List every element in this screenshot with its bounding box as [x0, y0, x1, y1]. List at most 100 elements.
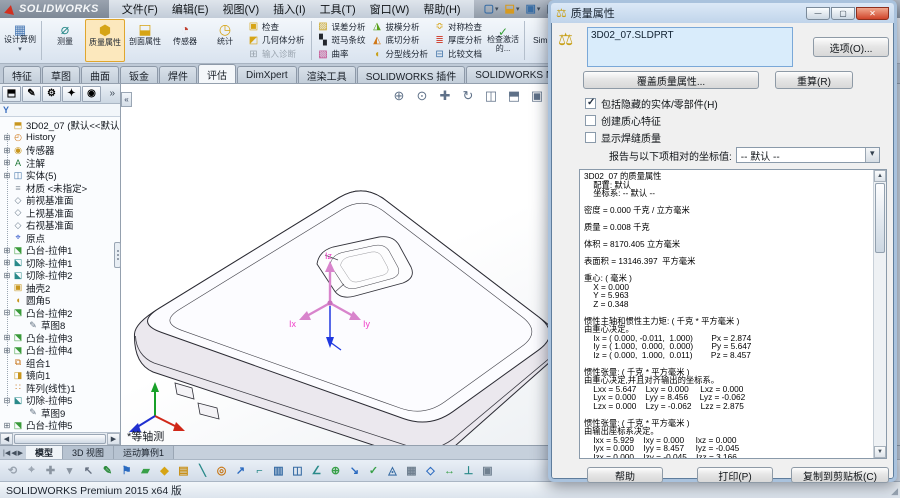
ribbon-button[interactable]: ≎ 对称检查: [431, 20, 485, 33]
feature-tree-item[interactable]: ⊞ A 注解: [2, 157, 120, 170]
command-tab[interactable]: DimXpert: [237, 66, 297, 83]
ribbon-button[interactable]: ◖ 分型线分析: [369, 48, 432, 61]
ribbon-button[interactable]: ▨ 误差分析: [315, 20, 369, 33]
menu-item[interactable]: 文件(F): [115, 1, 165, 17]
toolbar-icon[interactable]: ✓: [365, 462, 382, 479]
feature-tree-item[interactable]: ◇ 右视基准面: [2, 219, 120, 232]
save-button[interactable]: ▣: [523, 1, 542, 17]
expand-toggle-icon[interactable]: ⊞: [2, 271, 12, 280]
feature-tree-item[interactable]: ⊞ ⬔ 凸台-拉伸4: [2, 344, 120, 357]
toolbar-icon[interactable]: ↖: [80, 462, 97, 479]
ribbon-button[interactable]: ▣ 检查: [245, 20, 308, 33]
expand-toggle-icon[interactable]: ⊞: [2, 258, 12, 267]
expand-toggle-icon[interactable]: ⊟: [2, 396, 12, 405]
feature-tree-item[interactable]: ◇ 上视基准面: [2, 207, 120, 220]
expand-toggle-icon[interactable]: ⊞: [2, 171, 12, 180]
ribbon-button[interactable]: ◮ 拔模分析: [369, 20, 432, 33]
view-tab[interactable]: 模型: [26, 446, 63, 459]
toolbar-icon[interactable]: ↔: [441, 462, 458, 479]
expand-toggle-icon[interactable]: ⊞: [2, 346, 12, 355]
pan-icon[interactable]: ✚: [437, 88, 453, 104]
ribbon-button[interactable]: ▧ 曲率: [315, 48, 369, 61]
dialog-title-bar[interactable]: ⚖ 质量属性: [551, 3, 894, 23]
tab-nav-prev-icon[interactable]: ◀: [11, 449, 16, 457]
ribbon-button[interactable]: ◩ 几何体分析: [245, 34, 308, 47]
toolbar-icon[interactable]: ▣: [479, 462, 496, 479]
expand-toggle-icon[interactable]: ⊞: [2, 146, 12, 155]
toolbar-icon[interactable]: ⚑: [118, 462, 135, 479]
help-button[interactable]: 帮助: [587, 467, 663, 483]
panel-collapse-button[interactable]: «: [121, 92, 132, 107]
ribbon-button[interactable]: ◭ 底切分析: [369, 34, 432, 47]
checkbox[interactable]: [585, 115, 596, 126]
toolbar-icon[interactable]: ⌖: [23, 462, 40, 479]
options-button[interactable]: 选项(O)...: [813, 37, 889, 57]
ribbon-button[interactable]: ⊟ 比较文档: [431, 48, 485, 61]
feature-tree-item[interactable]: ⊟ ⬔ 凸台-拉伸2: [2, 307, 120, 320]
feature-tree-item[interactable]: ⊞ ⬕ 切除-拉伸1: [2, 257, 120, 270]
close-button[interactable]: [856, 7, 889, 20]
menu-item[interactable]: 帮助(H): [416, 1, 467, 17]
ribbon-button[interactable]: ◷ 统计: [205, 19, 245, 62]
feature-tree-item[interactable]: ◇ 前视基准面: [2, 194, 120, 207]
expand-toggle-icon[interactable]: ⊟: [2, 308, 12, 317]
scrollbar-thumb[interactable]: [875, 183, 885, 253]
checkbox[interactable]: [585, 98, 596, 109]
command-tab[interactable]: 焊件: [159, 66, 197, 83]
ribbon-button[interactable]: ≣ 厚度分析: [431, 34, 485, 47]
menu-item[interactable]: 插入(I): [266, 1, 312, 17]
dialog-checkbox-row[interactable]: 显示焊缝质量: [585, 131, 718, 144]
tab-navigation[interactable]: |◀ ◀ ▶: [0, 446, 26, 459]
ribbon-button[interactable]: ⊞ 输入诊断: [245, 48, 308, 61]
design-study-button[interactable]: ▦ 设计算例: [2, 19, 38, 62]
feature-tree-item[interactable]: ⌖ 原点: [2, 232, 120, 245]
feature-tree-item[interactable]: ✎ 草图9: [2, 407, 120, 420]
feature-tree-item[interactable]: ⊞ ◴ History: [2, 132, 120, 145]
maximize-button[interactable]: [831, 7, 855, 20]
selected-items-field[interactable]: 3D02_07.SLDPRT: [587, 27, 793, 67]
feature-tree-item[interactable]: ▣ 抽壳2: [2, 282, 120, 295]
toolbar-icon[interactable]: ⊕: [327, 462, 344, 479]
feature-tree-item[interactable]: ⬒ 3D02_07 (默认<<默认>_显示状: [2, 119, 120, 132]
ribbon-button[interactable]: ◔ 传感器: [165, 19, 205, 62]
feature-tree-item[interactable]: ⊞ ⬕ 切除-拉伸2: [2, 269, 120, 282]
display-style-icon[interactable]: ▣: [529, 88, 545, 104]
feature-tree-item[interactable]: ⊞ ◉ 传感器: [2, 144, 120, 157]
command-tab[interactable]: 评估: [198, 64, 236, 83]
toolbar-icon[interactable]: ◆: [156, 462, 173, 479]
tree-horizontal-scrollbar[interactable]: ◀ ▶: [0, 432, 120, 445]
feature-tree-item[interactable]: ⊞ ⬔ 凸台-拉伸3: [2, 332, 120, 345]
toolbar-icon[interactable]: ▾: [61, 462, 78, 479]
copy-to-clipboard-button[interactable]: 复制到剪贴板(C): [791, 467, 889, 483]
toolbar-icon[interactable]: ◬: [384, 462, 401, 479]
toolbar-icon[interactable]: ◎: [213, 462, 230, 479]
check-active-document-button[interactable]: ✓ 检查激活的...: [485, 19, 521, 62]
dialog-checkbox-row[interactable]: 包括隐藏的实体/零部件(H): [585, 97, 718, 110]
panel-overflow-button[interactable]: »: [109, 88, 118, 99]
print-button[interactable]: 打印(P): [697, 467, 773, 483]
menu-item[interactable]: 窗口(W): [363, 1, 417, 17]
dialog-checkbox-row[interactable]: 创建质心特征: [585, 114, 718, 127]
scrollbar-thumb[interactable]: [14, 434, 106, 444]
propertymanager-tab[interactable]: ✎: [22, 86, 41, 102]
toolbar-icon[interactable]: ⟲: [4, 462, 21, 479]
configurationmanager-tab[interactable]: ⚙: [42, 86, 61, 102]
toolbar-icon[interactable]: ▥: [270, 462, 287, 479]
toolbar-icon[interactable]: ⌐: [251, 462, 268, 479]
feature-tree-item[interactable]: ✎ 草图8: [2, 319, 120, 332]
menu-item[interactable]: 工具(T): [313, 1, 363, 17]
feature-tree-item[interactable]: ⊞ ⬔ 凸台-拉伸1: [2, 244, 120, 257]
command-tab[interactable]: 渲染工具: [298, 66, 356, 83]
expand-toggle-icon[interactable]: ⊞: [2, 246, 12, 255]
mass-properties-results[interactable]: 3D02_07 的质量属性 配置: 默认 坐标系: -- 默认 -- 密度 = …: [579, 169, 887, 459]
feature-tree-item[interactable]: ◖ 圆角5: [2, 294, 120, 307]
feature-tree-item[interactable]: ≡ 材质 <未指定>: [2, 182, 120, 195]
toolbar-icon[interactable]: ✎: [99, 462, 116, 479]
command-tab[interactable]: 草图: [42, 66, 80, 83]
mass-properties-dialog[interactable]: ⚖ 质量属性 ⚖ 3D02_07.SLDPRT 选项(O)... 覆盖质量属性.…: [548, 0, 897, 482]
panel-splitter-handle[interactable]: [114, 242, 121, 268]
expand-toggle-icon[interactable]: ⊞: [2, 333, 12, 342]
feature-tree-item[interactable]: ⊞ ⬔ 凸台-拉伸5: [2, 419, 120, 432]
ribbon-button[interactable]: ⬢ 质量属性: [85, 19, 125, 62]
scroll-up-icon[interactable]: ▲: [874, 170, 886, 182]
